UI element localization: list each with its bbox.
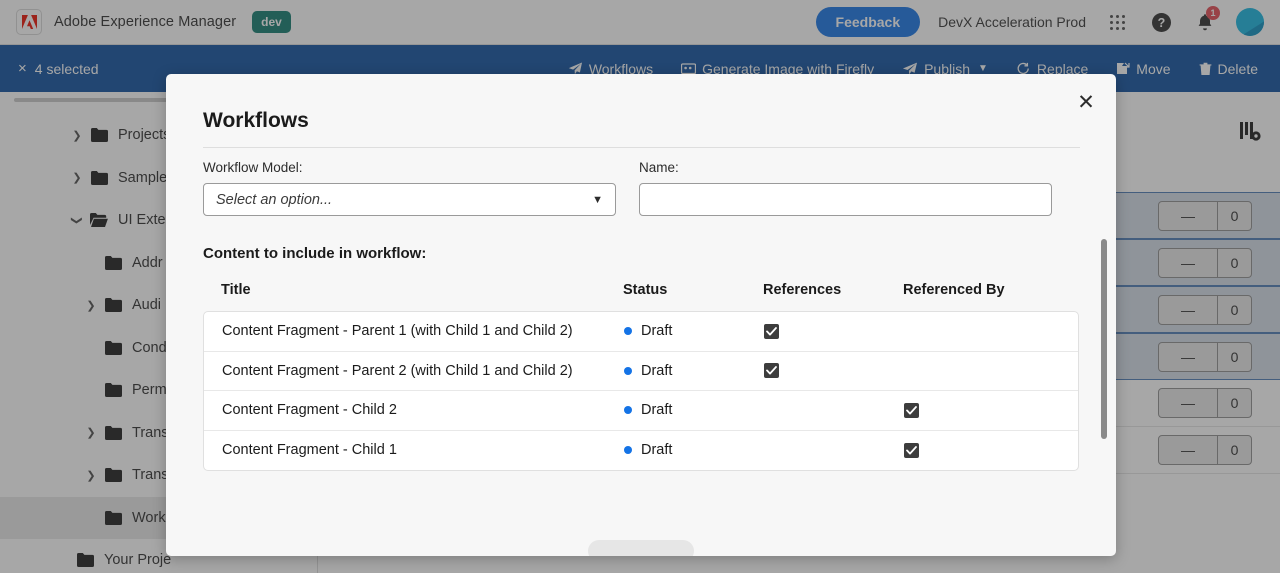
dialog-submit-button[interactable] — [588, 540, 694, 556]
table-row[interactable]: Content Fragment - Child 1 Draft — [204, 431, 1078, 471]
references-checkbox[interactable] — [764, 363, 779, 379]
row-title: Content Fragment - Child 2 — [222, 402, 397, 419]
workflow-model-label: Workflow Model: — [203, 160, 303, 175]
status-label: Draft — [641, 402, 673, 419]
content-table-header: Title Status References Referenced By — [203, 282, 1079, 311]
status-label: Draft — [641, 323, 673, 340]
references-cell — [764, 323, 904, 339]
status-dot-icon — [624, 406, 632, 415]
row-status: Draft — [624, 323, 764, 339]
referenced-by-checkbox[interactable] — [904, 402, 919, 418]
references-checkbox[interactable] — [764, 323, 779, 339]
row-status: Draft — [624, 402, 764, 418]
column-header-referenced-by: Referenced By — [903, 282, 1005, 298]
status-label: Draft — [641, 442, 673, 459]
column-header-title: Title — [221, 282, 251, 298]
workflow-model-select[interactable]: Select an option... ▼ — [203, 183, 616, 216]
column-header-status: Status — [623, 282, 668, 298]
referenced-by-cell — [904, 442, 1044, 458]
workflows-dialog: ✕ Workflows Workflow Model: Select an op… — [166, 74, 1116, 556]
table-row[interactable]: Content Fragment - Child 2 Draft — [204, 391, 1078, 431]
row-title: Content Fragment - Parent 1 (with Child … — [222, 323, 573, 340]
workflow-name-input[interactable] — [639, 183, 1052, 216]
references-cell — [764, 363, 904, 379]
content-table-body: Content Fragment - Parent 1 (with Child … — [203, 311, 1079, 471]
row-status: Draft — [624, 363, 764, 379]
dialog-body: Workflow Model: Select an option... ▼ Na… — [166, 160, 1116, 556]
dialog-divider — [203, 147, 1080, 148]
close-icon[interactable]: ✕ — [1072, 88, 1100, 116]
status-dot-icon — [624, 366, 632, 375]
row-title: Content Fragment - Child 1 — [222, 442, 397, 459]
table-row[interactable]: Content Fragment - Parent 2 (with Child … — [204, 352, 1078, 391]
table-row[interactable]: Content Fragment - Parent 1 (with Child … — [204, 312, 1078, 352]
app-page: Adobe Experience Manager dev Feedback De… — [0, 0, 1280, 573]
content-fragments-table: Title Status References Referenced By Co… — [203, 282, 1079, 471]
status-dot-icon — [624, 327, 632, 336]
column-header-references: References — [763, 282, 842, 298]
row-title: Content Fragment - Parent 2 (with Child … — [222, 362, 573, 379]
dialog-title: Workflows — [203, 109, 309, 132]
dialog-form-row: Workflow Model: Select an option... ▼ Na… — [166, 160, 1116, 216]
workflow-name-field: Name: — [639, 160, 1052, 216]
referenced-by-checkbox[interactable] — [904, 442, 919, 458]
status-dot-icon — [624, 446, 632, 455]
status-label: Draft — [641, 362, 673, 379]
referenced-by-cell — [904, 402, 1044, 418]
workflow-name-label: Name: — [639, 160, 679, 175]
workflow-model-field: Workflow Model: Select an option... ▼ — [203, 160, 616, 216]
chevron-down-icon: ▼ — [592, 193, 603, 206]
content-section-label: Content to include in workflow: — [203, 245, 427, 262]
row-status: Draft — [624, 442, 764, 458]
workflow-model-value: Select an option... — [216, 191, 333, 208]
